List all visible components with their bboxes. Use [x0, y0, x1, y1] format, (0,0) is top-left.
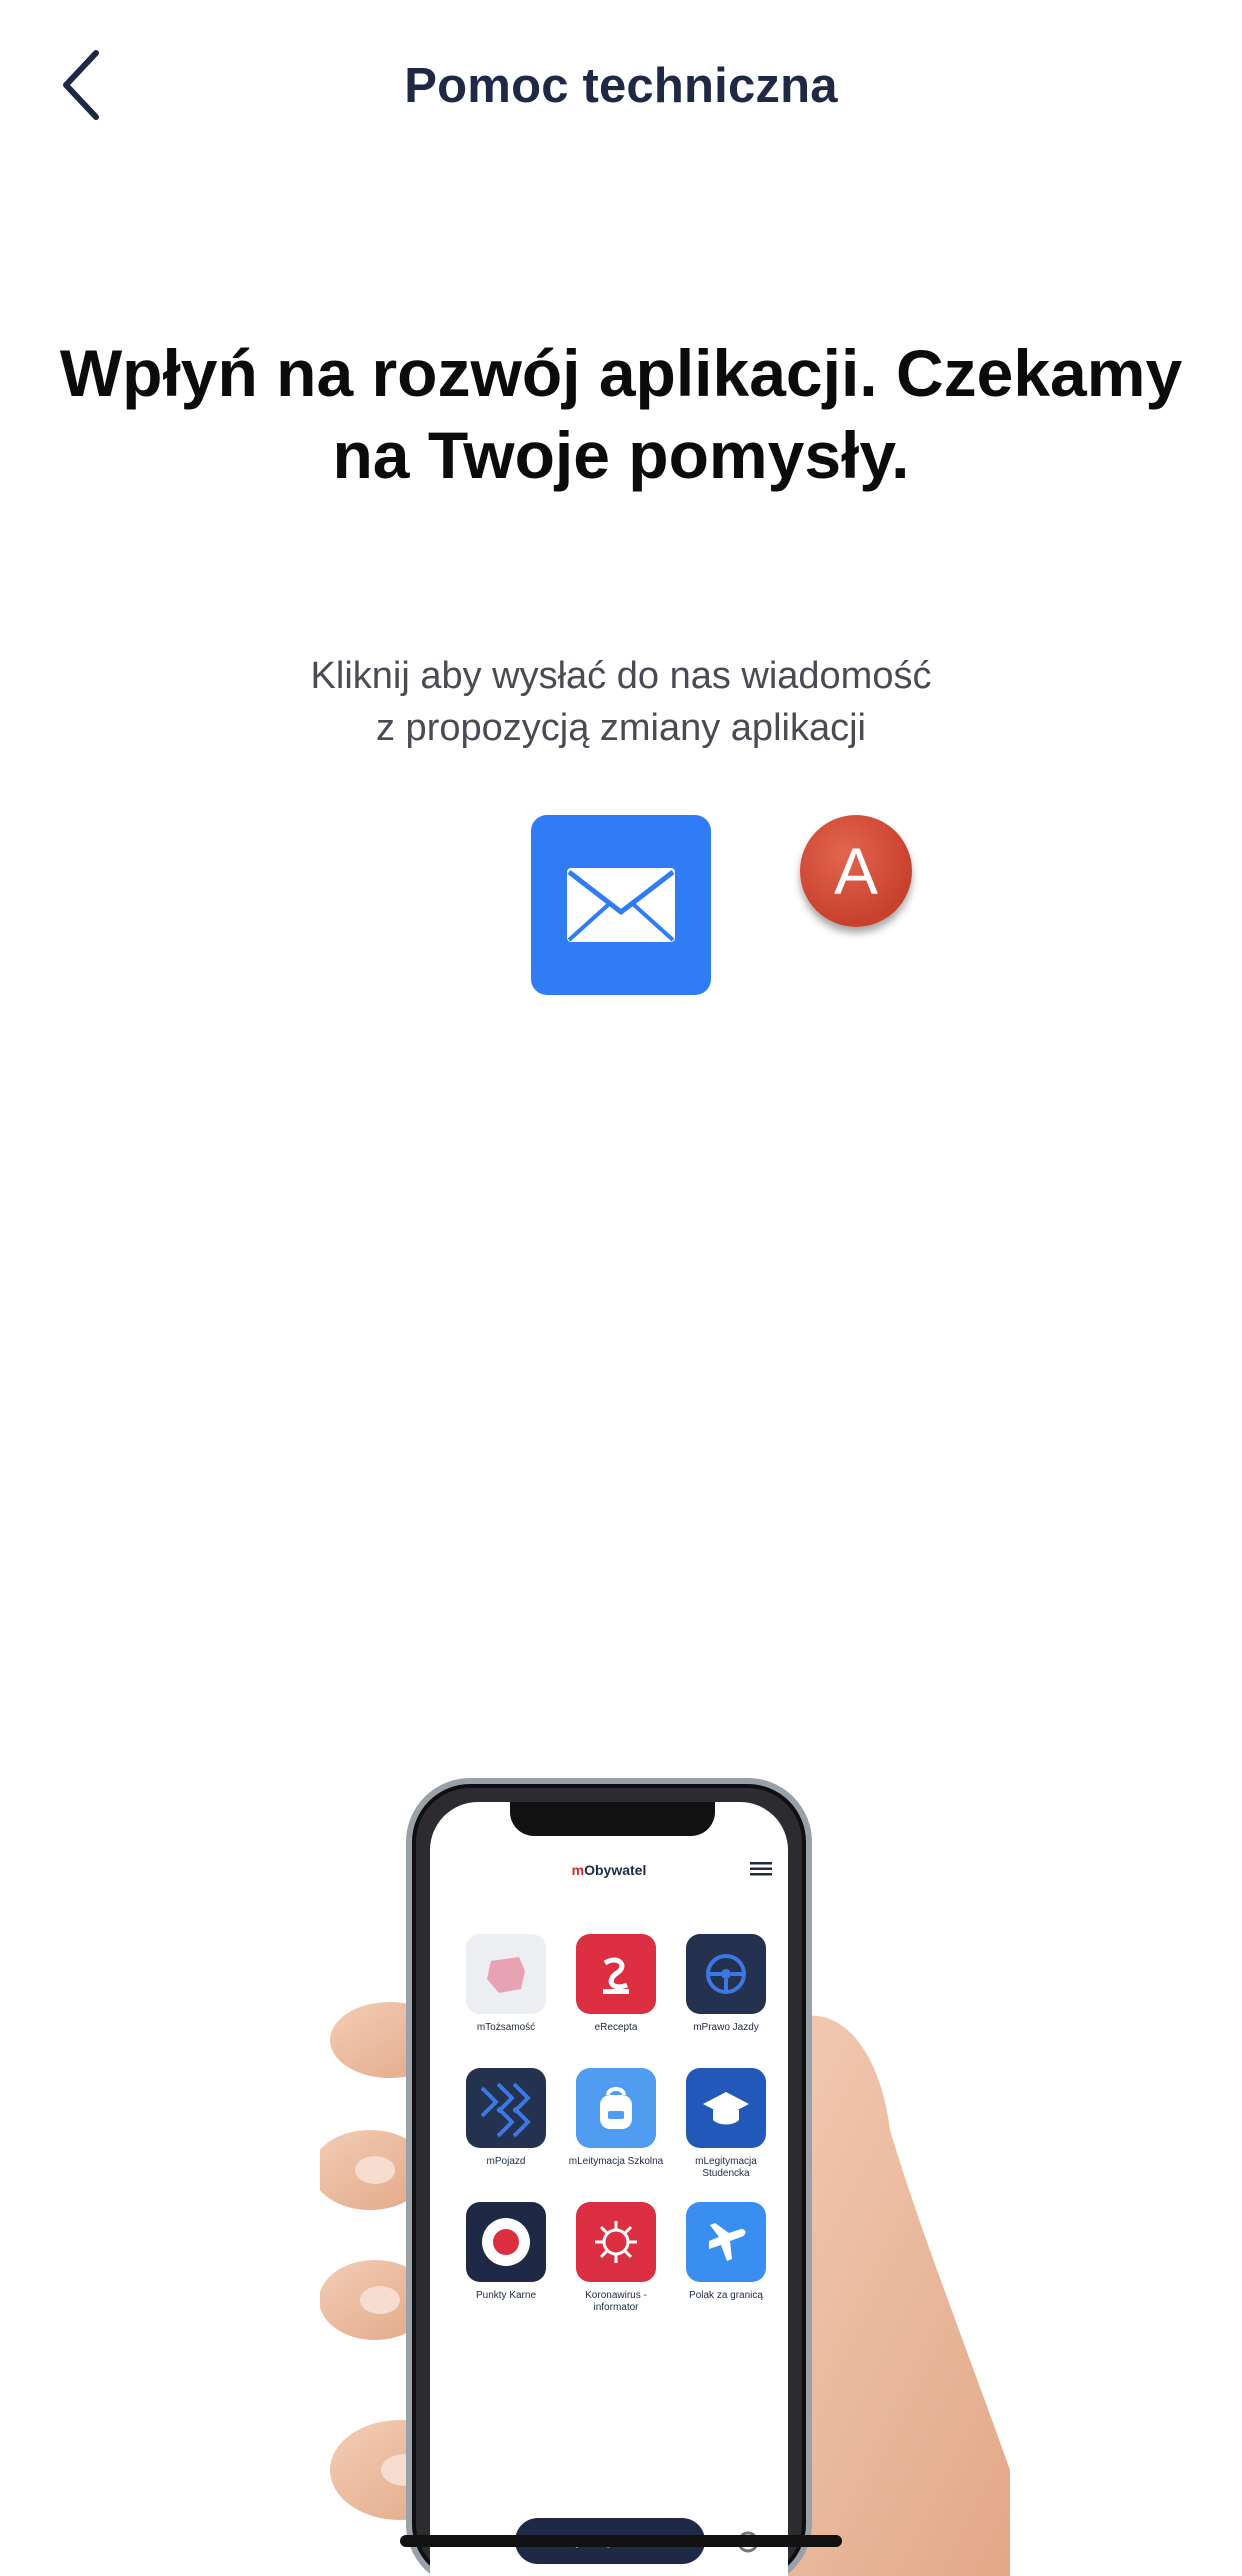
tile-label: mLeitymacja Szkolna	[568, 2156, 664, 2167]
app-title: mObywatel	[430, 1862, 788, 1878]
tile-punkty-karne: Punkty Karne	[456, 2202, 556, 2302]
subtext-line-1: Kliknij aby wysłać do nas wiadomość	[310, 655, 932, 697]
subtext: Kliknij aby wysłać do nas wiadomość z pr…	[100, 650, 1142, 754]
airplane-icon	[686, 2202, 766, 2282]
record-icon	[466, 2202, 546, 2282]
backpack-icon	[576, 2068, 656, 2148]
tile-mpojazd: mPojazd	[456, 2068, 556, 2168]
tire-tread-icon	[466, 2068, 546, 2148]
tile-mtozsamosc: mTożsamość	[456, 1934, 556, 2034]
tile-label: mTożsamość	[476, 2022, 536, 2033]
header: Pomoc techniczna	[0, 0, 1242, 175]
tile-label: mPrawo Jazdy	[693, 2022, 759, 2033]
tile-mlegitymacja-studencka: mLegitymacja Studencka	[676, 2068, 776, 2180]
menu-icon	[750, 1862, 772, 1876]
page-title: Pomoc techniczna	[404, 59, 838, 113]
tile-label: mPojazd	[486, 2156, 526, 2167]
phone-illustration: mObywatel mTożsamość eRecepta mPrawo Jaz…	[320, 1770, 1020, 2576]
tile-label: Polak za granicą	[689, 2290, 763, 2301]
phone-screen: mObywatel mTożsamość eRecepta mPrawo Jaz…	[430, 1802, 788, 2576]
home-indicator	[400, 2535, 842, 2547]
app-title-rest: Obywatel	[584, 1862, 647, 1878]
pharmacy-icon	[576, 1934, 656, 2014]
tile-erecepta: eRecepta	[566, 1934, 666, 2034]
phone-frame: mObywatel mTożsamość eRecepta mPrawo Jaz…	[406, 1778, 812, 2576]
send-email-button[interactable]	[531, 815, 711, 995]
virus-icon	[576, 2202, 656, 2282]
tile-label: mLegitymacja Studencka	[695, 2156, 757, 2179]
graduation-cap-icon	[686, 2068, 766, 2148]
tile-label: eRecepta	[594, 2022, 638, 2033]
envelope-icon	[567, 868, 675, 942]
tile-label: Koronawirus - informator	[585, 2290, 647, 2313]
subtext-line-2: z propozycją zmiany aplikacji	[376, 707, 866, 749]
tile-mleitymacja-szkolna: mLeitymacja Szkolna	[566, 2068, 666, 2168]
app-title-prefix: m	[571, 1862, 585, 1878]
tile-label: Punkty Karne	[475, 2290, 537, 2301]
tile-mprawo-jazdy: mPrawo Jazdy	[676, 1934, 776, 2034]
steering-wheel-icon	[686, 1934, 766, 2014]
poland-map-icon	[466, 1934, 546, 2014]
tile-polak-za-granica: Polak za granicą	[676, 2202, 776, 2302]
phone-notch	[510, 1802, 715, 1836]
assistive-avatar-button[interactable]: A	[800, 815, 912, 927]
tile-koronawirus: Koronawirus - informator	[566, 2202, 666, 2314]
headline: Wpłyń na rozwój aplikacji. Czekamy na Tw…	[59, 336, 1183, 492]
